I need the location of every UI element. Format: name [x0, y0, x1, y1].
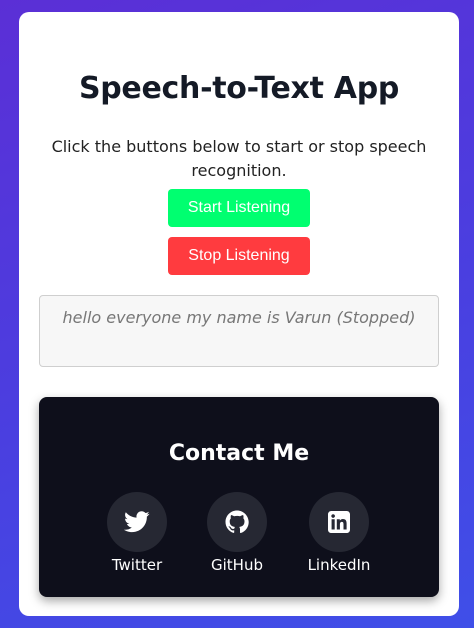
twitter-link[interactable]: Twitter — [97, 492, 177, 575]
linkedin-icon[interactable] — [309, 492, 369, 552]
transcript-output[interactable]: hello everyone my name is Varun (Stopped… — [39, 295, 439, 367]
stop-listening-button[interactable]: Stop Listening — [168, 237, 310, 275]
main-card: Speech-to-Text App Click the buttons bel… — [19, 12, 459, 616]
github-icon[interactable] — [207, 492, 267, 552]
twitter-icon[interactable] — [107, 492, 167, 552]
contact-section: Contact Me Twitter GitHub LinkedIn — [39, 397, 439, 597]
page-title: Speech-to-Text App — [78, 71, 400, 106]
twitter-label: Twitter — [111, 556, 163, 574]
linkedin-label: LinkedIn — [307, 556, 371, 574]
instructions-text: Click the buttons below to start or stop… — [51, 137, 427, 180]
contact-title: Contact Me — [168, 441, 310, 466]
linkedin-link[interactable]: LinkedIn — [299, 492, 379, 575]
start-listening-button[interactable]: Start Listening — [168, 189, 310, 227]
github-link[interactable]: GitHub — [197, 492, 277, 575]
github-label: GitHub — [211, 556, 263, 574]
